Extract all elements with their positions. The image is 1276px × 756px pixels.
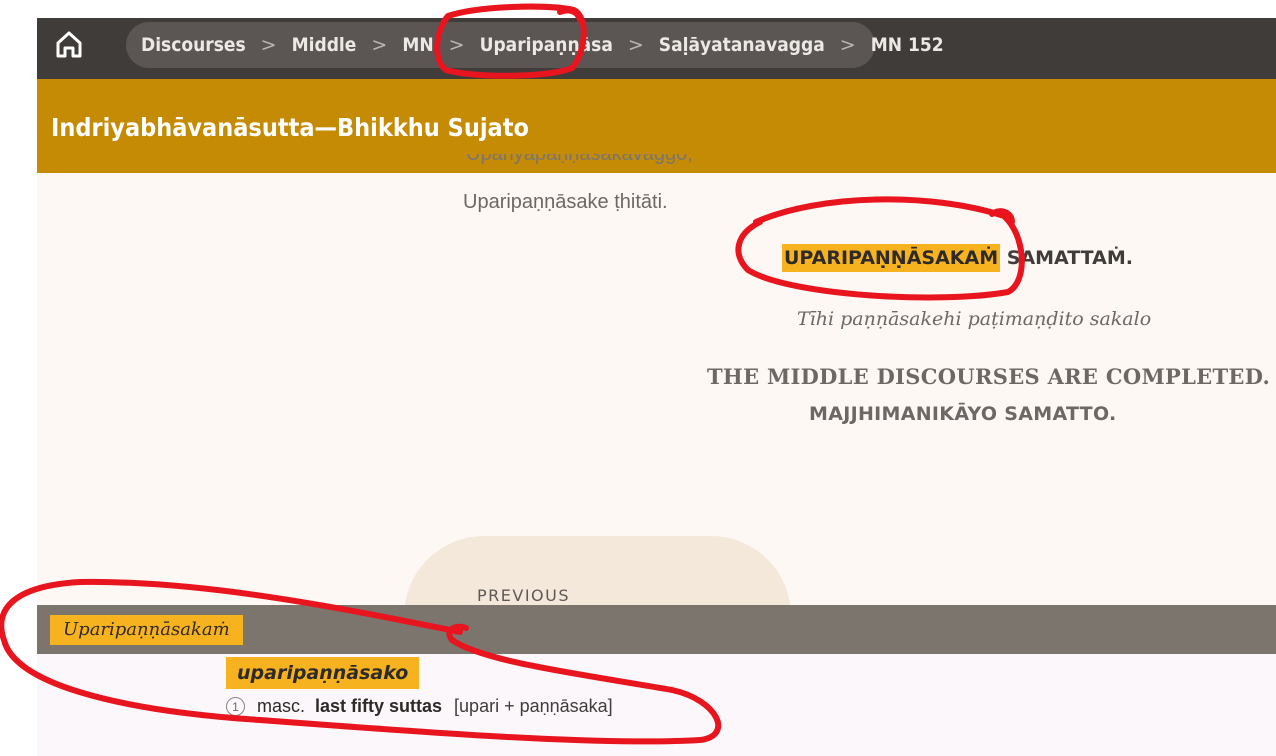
breadcrumb-bar: Discourses > Middle > MN > Uparipaṇṇāsa … xyxy=(37,18,1276,79)
breadcrumb-salayatanavagga[interactable]: Saḷāyatanavagga xyxy=(659,34,825,56)
breadcrumb-mn-152[interactable]: MN 152 xyxy=(871,34,944,56)
dictionary-definition: 1 masc. last fifty suttas [upari + paṇṇā… xyxy=(226,696,613,717)
grammar-label: masc. xyxy=(257,696,306,716)
breadcrumb-separator: > xyxy=(627,34,644,56)
pali-collection-ending: MAJJHIMANIKĀYO SAMATTO. xyxy=(809,403,1117,425)
pali-ending-heading: UPARIPAṆṆĀSAKAṀ SAMATTAṀ. xyxy=(782,244,1133,272)
sense-number-badge: 1 xyxy=(226,697,245,716)
lookup-header: Uparipaṇṇāsakaṁ xyxy=(37,605,1276,654)
breadcrumb-uparipannasa[interactable]: Uparipaṇṇāsa xyxy=(480,34,613,56)
dictionary-lookup-panel: Uparipaṇṇāsakaṁ uparipaṇṇāsako 1 masc. l… xyxy=(37,605,1276,756)
breadcrumb-discourses[interactable]: Discourses xyxy=(141,34,246,56)
breadcrumb-middle[interactable]: Middle xyxy=(292,34,357,56)
dictionary-headword: uparipaṇṇāsako xyxy=(226,657,420,689)
pali-subtitle: Tīhi paṇṇāsakehi paṭimaṇḍito sakalo xyxy=(797,308,1152,330)
heading-rest: SAMATTAṀ. xyxy=(1000,247,1133,269)
home-icon xyxy=(56,31,82,58)
etymology: [upari + paṇṇāsaka] xyxy=(454,696,613,716)
lookup-term: Uparipaṇṇāsakaṁ xyxy=(50,615,243,645)
sutta-page: Discourses > Middle > MN > Uparipaṇṇāsa … xyxy=(37,18,1276,756)
breadcrumb-mn[interactable]: MN xyxy=(402,34,433,56)
home-button[interactable] xyxy=(51,26,87,62)
clipped-text-line: Upariyapaṇṇāsakavaggo, xyxy=(466,154,726,174)
definition-meaning: last fifty suttas xyxy=(315,696,443,716)
breadcrumb: Discourses > Middle > MN > Uparipaṇṇāsa … xyxy=(126,22,944,68)
breadcrumb-separator: > xyxy=(839,34,856,56)
english-ending-heading: THE MIDDLE DISCOURSES ARE COMPLETED. xyxy=(707,364,1271,389)
pali-verse-line: Uparipaṇṇāsake ṭhitāti. xyxy=(463,191,668,213)
clipped-text: Upariyapaṇṇāsakavaggo, xyxy=(466,154,693,165)
page-title: Indriyabhāvanāsutta—Bhikkhu Sujato xyxy=(51,113,529,142)
breadcrumb-separator: > xyxy=(448,34,465,56)
search-highlight[interactable]: UPARIPAṆṆĀSAKAṀ xyxy=(782,244,1001,272)
breadcrumb-separator: > xyxy=(371,34,388,56)
previous-label: PREVIOUS xyxy=(477,586,570,605)
breadcrumb-separator: > xyxy=(260,34,277,56)
